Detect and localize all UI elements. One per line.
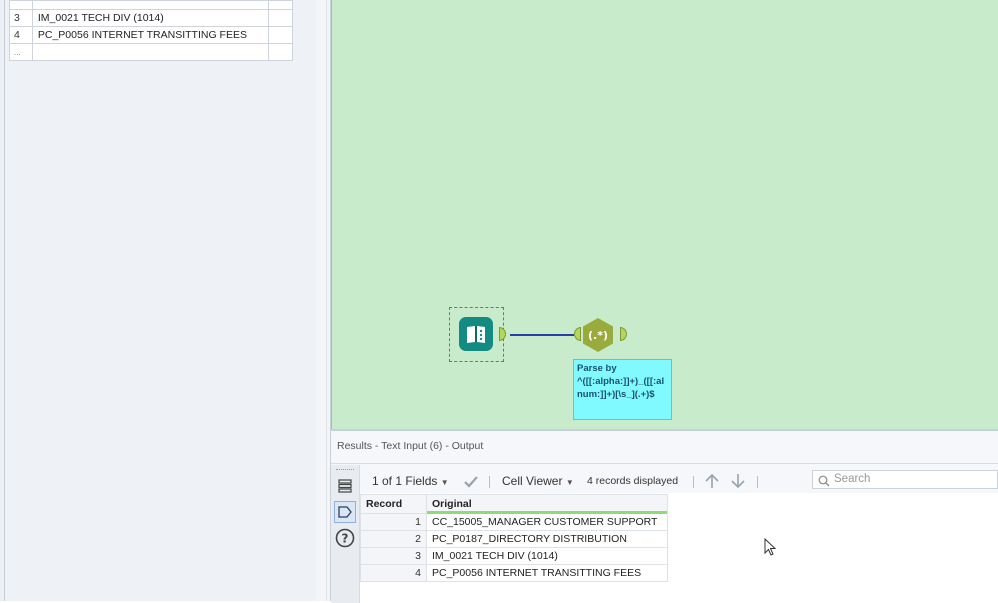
results-toolbar: 1 of 1 Fields ▼ Cell Viewer ▼ 4 records … bbox=[360, 465, 998, 493]
svg-text:?: ? bbox=[342, 532, 349, 546]
table-row[interactable]: 3 IM_0021 TECH DIV (1014) bbox=[360, 547, 668, 565]
grid-cell[interactable]: IM_0021 TECH DIV (1014) bbox=[31, 9, 269, 27]
table-row[interactable]: 4 PC_P0056 INTERNET TRANSITTING FEES bbox=[360, 564, 668, 582]
text-input-tool-body bbox=[459, 317, 493, 351]
toolbar-separator bbox=[693, 476, 694, 488]
grid-cell-empty[interactable] bbox=[267, 43, 294, 61]
rail-grip[interactable] bbox=[336, 469, 354, 472]
text-input-grid[interactable]: 3 IM_0021 TECH DIV (1014) 4 PC_P0056 INT… bbox=[9, 0, 294, 61]
fields-selector[interactable]: 1 of 1 Fields ▼ bbox=[372, 474, 449, 488]
table-view-button[interactable] bbox=[334, 475, 356, 497]
search-icon bbox=[818, 475, 830, 487]
grid-cell-empty[interactable] bbox=[267, 9, 294, 27]
table-row[interactable]: 1 CC_15005_MANAGER CUSTOMER SUPPORT bbox=[360, 513, 668, 531]
record-number: 4 bbox=[360, 564, 427, 582]
column-header-record[interactable]: Record bbox=[360, 494, 427, 514]
record-number: 1 bbox=[360, 513, 427, 531]
checkmark-icon[interactable] bbox=[464, 476, 478, 488]
help-icon: ? bbox=[335, 528, 355, 548]
cell-viewer-selector[interactable]: Cell Viewer ▼ bbox=[502, 474, 574, 488]
grid-row-index: 3 bbox=[9, 9, 33, 27]
table-cell[interactable]: PC_P0187_DIRECTORY DISTRIBUTION bbox=[426, 530, 668, 548]
table-row[interactable]: 2 PC_P0187_DIRECTORY DISTRIBUTION bbox=[360, 530, 668, 548]
results-table: Record Original 1 CC_15005_MANAGER CUSTO… bbox=[360, 494, 668, 582]
cell-viewer-label: Cell Viewer bbox=[502, 474, 563, 488]
grid-cell[interactable] bbox=[31, 0, 269, 10]
table-header-row: Record Original bbox=[360, 494, 668, 515]
grid-new-row[interactable]: ... bbox=[9, 43, 294, 61]
workflow-canvas[interactable]: (.*) Parse by ^([[:alpha:]]+)_([[:alnum:… bbox=[331, 0, 998, 429]
book-icon bbox=[467, 326, 485, 343]
annotation-expression: ^([[:alpha:]]+)_([[:alnum:]]+)[\s_](.+)$ bbox=[577, 376, 665, 400]
regex-glyph: (.*) bbox=[588, 329, 608, 342]
results-data-area: Record Original 1 CC_15005_MANAGER CUSTO… bbox=[360, 493, 998, 603]
grid-row[interactable]: 4 PC_P0056 INTERNET TRANSITTING FEES bbox=[9, 26, 294, 44]
grid-row[interactable]: 3 IM_0021 TECH DIV (1014) bbox=[9, 9, 294, 27]
record-number: 3 bbox=[360, 547, 427, 565]
grid-row-index bbox=[9, 0, 33, 10]
tag-icon bbox=[338, 506, 352, 518]
tool-annotation[interactable]: Parse by ^([[:alpha:]]+)_([[:alnum:]]+)[… bbox=[573, 359, 672, 420]
grid-row-index: 4 bbox=[9, 26, 33, 44]
search-input[interactable]: Search bbox=[812, 470, 998, 489]
regex-hexagon-icon: (.*) bbox=[583, 318, 613, 352]
metadata-view-button[interactable] bbox=[334, 501, 356, 523]
grid-cell[interactable]: PC_P0056 INTERNET TRANSITTING FEES bbox=[31, 26, 269, 44]
text-input-output-anchor[interactable] bbox=[499, 327, 506, 341]
divider bbox=[331, 463, 998, 464]
regex-output-anchor[interactable] bbox=[620, 327, 627, 341]
toolbar-separator bbox=[757, 476, 758, 488]
chevron-down-icon: ▼ bbox=[565, 478, 574, 487]
table-cell[interactable]: IM_0021 TECH DIV (1014) bbox=[426, 547, 668, 565]
fields-label: 1 of 1 Fields bbox=[372, 474, 438, 488]
grid-row[interactable] bbox=[9, 0, 294, 10]
help-button[interactable]: ? bbox=[334, 527, 356, 549]
column-header-original[interactable]: Original bbox=[426, 494, 668, 515]
toolbar-separator bbox=[489, 476, 490, 488]
arrow-up-icon[interactable] bbox=[704, 473, 720, 489]
panel-splitter[interactable] bbox=[316, 0, 331, 601]
chevron-down-icon: ▼ bbox=[440, 478, 449, 487]
arrow-down-icon[interactable] bbox=[730, 473, 746, 489]
search-placeholder: Search bbox=[834, 473, 871, 485]
regex-tool[interactable]: (.*) bbox=[580, 317, 616, 353]
configuration-panel: 3 IM_0021 TECH DIV (1014) 4 PC_P0056 INT… bbox=[0, 0, 317, 601]
results-side-rail: ? bbox=[331, 465, 360, 603]
table-cell[interactable]: PC_P0056 INTERNET TRANSITTING FEES bbox=[426, 564, 668, 582]
records-displayed: 4 records displayed bbox=[587, 475, 679, 487]
table-view-icon bbox=[338, 479, 352, 493]
table-cell[interactable]: CC_15005_MANAGER CUSTOMER SUPPORT bbox=[426, 513, 668, 531]
configuration-panel-body: 3 IM_0021 TECH DIV (1014) 4 PC_P0056 INT… bbox=[4, 0, 317, 601]
grid-new-row-marker: ... bbox=[9, 43, 33, 61]
grid-cell-empty[interactable] bbox=[267, 0, 294, 10]
connection-line[interactable] bbox=[510, 334, 574, 336]
record-number: 2 bbox=[360, 530, 427, 548]
mouse-cursor-icon bbox=[764, 538, 777, 556]
text-input-tool[interactable] bbox=[449, 307, 504, 362]
results-window: Results - Text Input (6) - Output ? 1 of… bbox=[331, 429, 998, 603]
annotation-title: Parse by bbox=[577, 363, 617, 374]
grid-cell-empty[interactable] bbox=[267, 26, 294, 44]
results-title: Results - Text Input (6) - Output bbox=[337, 440, 484, 452]
grid-cell[interactable] bbox=[31, 43, 269, 61]
